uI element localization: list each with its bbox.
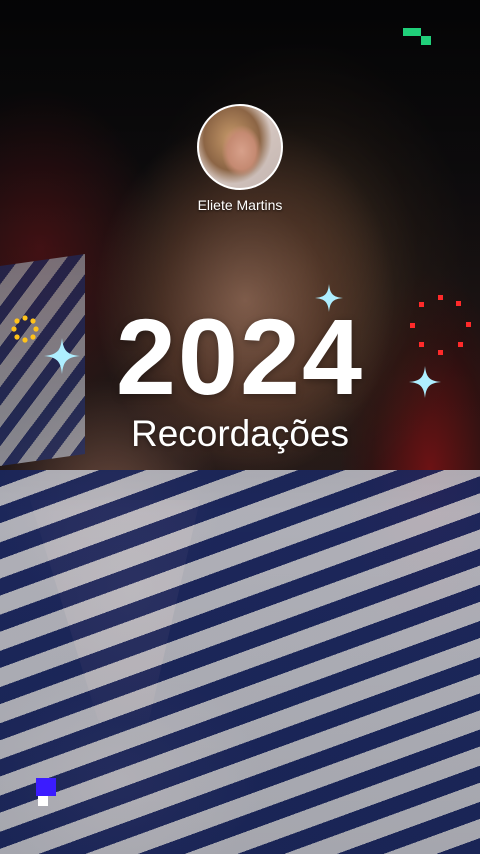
subtitle: Recordações	[130, 413, 349, 454]
green-pixels-icon	[403, 28, 431, 45]
username[interactable]: Eliete Martins	[0, 197, 480, 213]
avatar[interactable]	[197, 104, 283, 190]
blue-pixels-icon	[36, 778, 56, 806]
story-screen: Eliete Martins 2024 Recordações	[0, 0, 480, 854]
year-title: 2024	[115, 296, 365, 417]
